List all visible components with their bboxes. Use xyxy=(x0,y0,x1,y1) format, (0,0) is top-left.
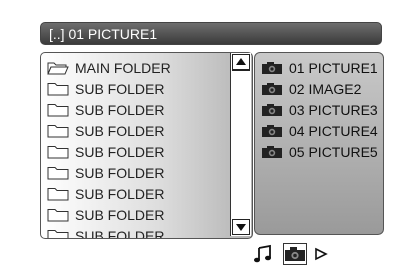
file-item[interactable]: 03 PICTURE3 xyxy=(261,99,381,120)
folder-list-panel: MAIN FOLDER SUB FOLDER SUB FOLDER SUB FO… xyxy=(40,52,253,239)
camera-icon xyxy=(261,145,283,159)
file-label: 04 PICTURE4 xyxy=(289,122,378,139)
folder-item[interactable]: SUB FOLDER xyxy=(47,225,225,239)
folder-item[interactable]: SUB FOLDER xyxy=(47,78,225,99)
folder-icon xyxy=(47,166,69,180)
file-label: 05 PICTURE5 xyxy=(289,143,378,160)
file-label: 03 PICTURE3 xyxy=(289,101,378,118)
folder-label: SUB FOLDER xyxy=(75,80,165,97)
file-label: 01 PICTURE1 xyxy=(289,59,378,76)
folder-label: SUB FOLDER xyxy=(75,101,165,118)
camera-icon xyxy=(261,61,283,75)
media-browser-screen: [..] 01 PICTURE1 MAIN FOLDER SUB FOLDER … xyxy=(0,0,420,270)
folder-label: SUB FOLDER xyxy=(75,164,165,181)
folder-label: SUB FOLDER xyxy=(75,122,165,139)
folder-label: SUB FOLDER xyxy=(75,227,165,239)
folder-icon xyxy=(47,229,69,238)
folder-item[interactable]: SUB FOLDER xyxy=(47,141,225,162)
folder-icon xyxy=(47,145,69,159)
folder-label: SUB FOLDER xyxy=(75,143,165,160)
file-item[interactable]: 02 IMAGE2 xyxy=(261,78,381,99)
scroll-down-button[interactable] xyxy=(232,219,250,235)
play-icon[interactable] xyxy=(313,243,329,265)
folder-scrollbar[interactable] xyxy=(230,53,251,236)
camera-icon xyxy=(261,124,283,138)
folder-item[interactable]: SUB FOLDER xyxy=(47,183,225,204)
media-mode-bar xyxy=(253,243,333,265)
folder-item[interactable]: SUB FOLDER xyxy=(47,162,225,183)
file-item[interactable]: 04 PICTURE4 xyxy=(261,120,381,141)
folder-item[interactable]: SUB FOLDER xyxy=(47,99,225,120)
folder-icon xyxy=(47,82,69,96)
file-item[interactable]: 05 PICTURE5 xyxy=(261,141,381,162)
folder-label: MAIN FOLDER xyxy=(75,59,171,76)
file-list-panel: 01 PICTURE1 02 IMAGE2 03 PICTURE3 04 PIC… xyxy=(254,52,384,235)
folder-icon xyxy=(47,103,69,117)
folder-icon xyxy=(47,124,69,138)
file-item[interactable]: 01 PICTURE1 xyxy=(261,57,381,78)
folder-icon xyxy=(47,187,69,201)
folder-item[interactable]: SUB FOLDER xyxy=(47,204,225,225)
scroll-thumb[interactable] xyxy=(232,70,250,71)
folder-item[interactable]: MAIN FOLDER xyxy=(47,57,225,78)
camera-icon xyxy=(261,103,283,117)
file-label: 02 IMAGE2 xyxy=(289,80,362,97)
folder-icon xyxy=(47,208,69,222)
camera-icon[interactable] xyxy=(283,243,307,265)
current-path-bar: [..] 01 PICTURE1 xyxy=(40,22,382,45)
folder-label: SUB FOLDER xyxy=(75,185,165,202)
open-folder-icon xyxy=(47,61,69,75)
folder-label: SUB FOLDER xyxy=(75,206,165,223)
music-note-icon[interactable] xyxy=(253,243,273,265)
folder-item[interactable]: SUB FOLDER xyxy=(47,120,225,141)
scroll-up-button[interactable] xyxy=(232,54,250,70)
camera-icon xyxy=(261,82,283,96)
